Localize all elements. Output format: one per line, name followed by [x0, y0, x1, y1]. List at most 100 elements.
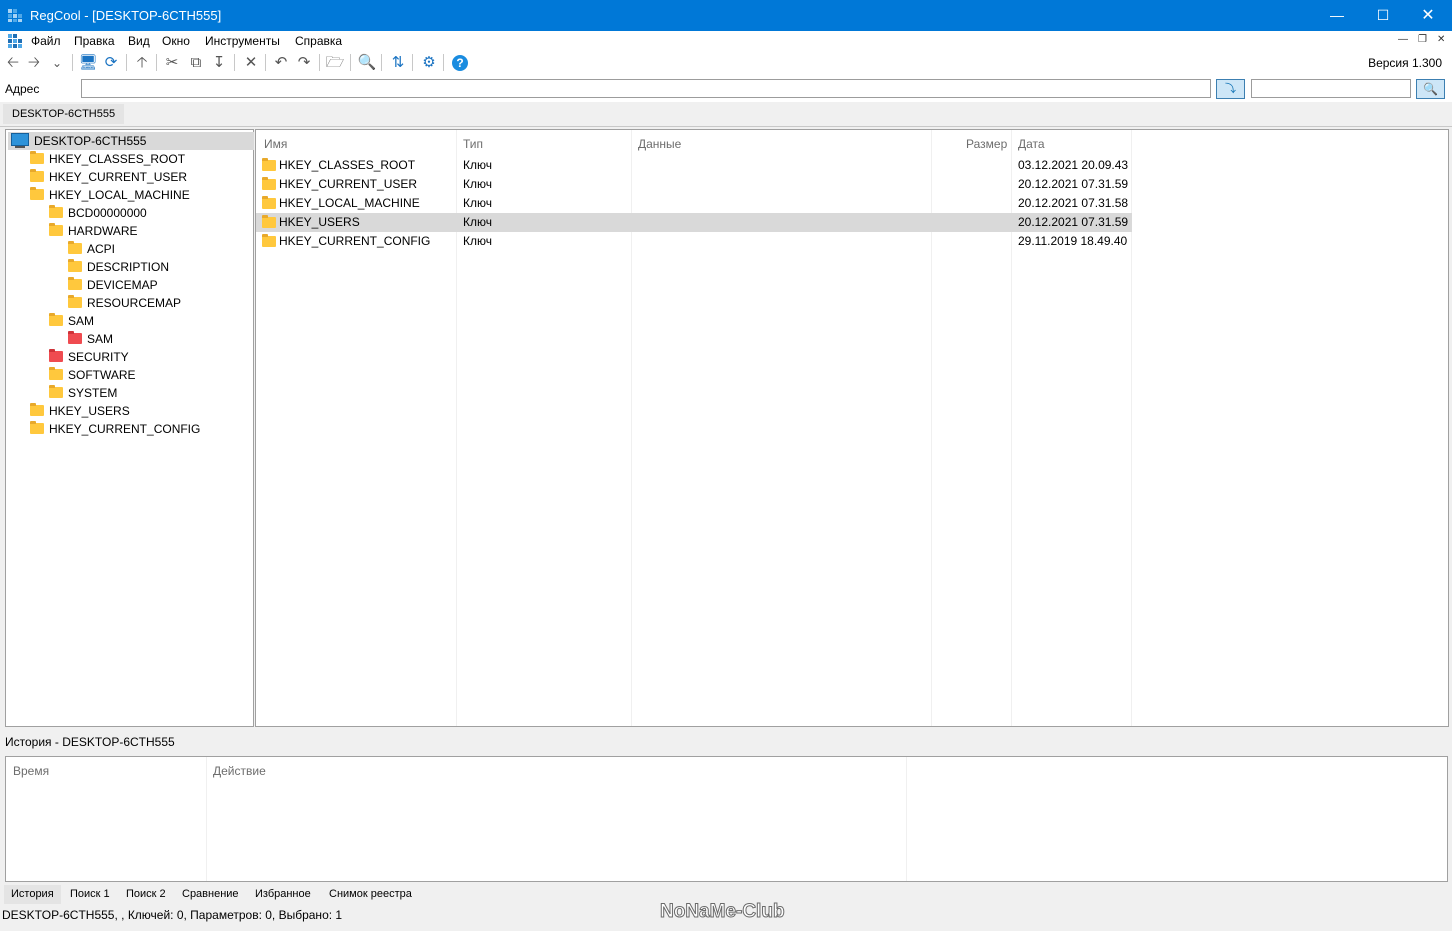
tree-node[interactable]: SYSTEM [49, 384, 117, 402]
cell-name: HKEY_CURRENT_USER [279, 177, 418, 191]
column-divider [206, 757, 207, 881]
list-row[interactable]: HKEY_CLASSES_ROOT Ключ 03.12.2021 20.09.43 [256, 156, 1132, 175]
dropdown-chevron-icon[interactable]: ⌄ [47, 53, 67, 73]
folder-icon [68, 241, 82, 254]
tree-node-label: DESCRIPTION [87, 260, 170, 274]
registry-list: Имя Тип Данные Размер Дата HKEY_CLASSES_… [255, 129, 1449, 727]
tab-search-2[interactable]: Поиск 2 [119, 885, 173, 904]
cell-date: 20.12.2021 07.31.59 [1018, 177, 1129, 191]
tree-node[interactable]: DESCRIPTION [68, 258, 169, 276]
address-input[interactable] [81, 79, 1211, 98]
tree-node[interactable]: SAM [49, 312, 94, 330]
regcool-app-icon [8, 9, 22, 22]
tree-node[interactable]: SAM [68, 330, 113, 348]
menu-view[interactable]: Вид [128, 34, 150, 48]
maximize-button[interactable]: ☐ [1360, 0, 1406, 31]
tree-node-label: HKEY_CURRENT_USER [49, 170, 188, 184]
cell-date: 29.11.2019 18.49.40 [1018, 234, 1128, 248]
column-header-time[interactable]: Время [13, 764, 49, 778]
back-arrow-icon[interactable]: 🡠 [3, 53, 23, 73]
column-header-action[interactable]: Действие [213, 764, 266, 778]
remote-registry-icon[interactable]: ⟳ [101, 53, 121, 73]
cut-icon[interactable]: ✂ [162, 53, 182, 73]
undo-icon[interactable]: ↶ [271, 53, 291, 73]
export-icon[interactable]: ↧ [209, 53, 229, 73]
cell-type: Ключ [463, 158, 492, 172]
cell-type: Ключ [463, 215, 492, 229]
tab-favorites[interactable]: Избранное [248, 885, 318, 904]
menu-window[interactable]: Окно [162, 34, 190, 48]
list-row[interactable]: HKEY_LOCAL_MACHINE Ключ 20.12.2021 07.31.5… [256, 194, 1132, 213]
tree-node[interactable]: HARDWARE [49, 222, 138, 240]
tree-node[interactable]: HKEY_LOCAL_MACHINE [30, 186, 190, 204]
toolbar-separator [156, 54, 157, 71]
up-level-icon[interactable]: 🡡 [132, 53, 152, 73]
new-key-icon[interactable]: 🗁 [325, 53, 345, 73]
tree-node-label: HKEY_USERS [49, 404, 130, 418]
mdi-restore-button[interactable]: ❐ [1418, 34, 1427, 45]
column-header-date[interactable]: Дата [1018, 137, 1045, 151]
column-header-data[interactable]: Данные [638, 137, 681, 151]
tree-node[interactable]: SECURITY [49, 348, 129, 366]
folder-icon [262, 158, 276, 171]
tree-node-label: SAM [87, 332, 114, 346]
menu-help[interactable]: Справка [295, 34, 342, 48]
delete-icon[interactable]: ✕ [241, 53, 261, 73]
tab-registry-snapshot[interactable]: Снимок реестра [322, 885, 419, 904]
title-bar: RegCool - [DESKTOP-6CTH555] — ☐ ✕ [0, 0, 1452, 31]
search-button[interactable]: 🔍 [1416, 79, 1445, 99]
menu-edit[interactable]: Правка [74, 34, 115, 48]
list-row[interactable]: HKEY_USERS Ключ 20.12.2021 07.31.59 [256, 213, 1132, 232]
list-row[interactable]: HKEY_CURRENT_CONFIG Ключ 29.11.2019 18.49.… [256, 232, 1132, 251]
computer-icon[interactable]: 🖥 [78, 53, 98, 73]
version-label: Версия 1.300 [1368, 56, 1442, 70]
copy-icon[interactable]: ⧉ [186, 53, 206, 73]
folder-icon [68, 277, 82, 290]
tree-node[interactable]: DESKTOP-6CTH555 [8, 132, 254, 150]
go-to-address-button[interactable]: ⤵ [1216, 79, 1245, 99]
close-button[interactable]: ✕ [1405, 0, 1451, 31]
tab-history[interactable]: История [4, 885, 61, 904]
tree-node[interactable]: HKEY_CLASSES_ROOT [30, 150, 185, 168]
menu-file[interactable]: Файл [31, 34, 61, 48]
minimize-button[interactable]: — [1314, 0, 1360, 31]
tree-node[interactable]: HKEY_CURRENT_CONFIG [30, 420, 200, 438]
tree-node-label: HARDWARE [68, 224, 138, 238]
tree-node[interactable]: HKEY_CURRENT_USER [30, 168, 187, 186]
find-icon[interactable]: 🔍 [357, 53, 377, 73]
column-header-size[interactable]: Размер [966, 137, 1007, 151]
tree-node[interactable]: SOFTWARE [49, 366, 136, 384]
tab-compare[interactable]: Сравнение [175, 885, 246, 904]
tree-node[interactable]: RESOURCEMAP [68, 294, 181, 312]
menu-tools[interactable]: Инструменты [205, 34, 280, 48]
toolbar-separator [381, 54, 382, 71]
column-header-name[interactable]: Имя [264, 137, 287, 151]
list-row[interactable]: HKEY_CURRENT_USER Ключ 20.12.2021 07.31.59 [256, 175, 1132, 194]
tab-search-1[interactable]: Поиск 1 [63, 885, 117, 904]
tree-node[interactable]: ACPI [68, 240, 115, 258]
registry-tree[interactable]: DESKTOP-6CTH555 HKEY_CLASSES_ROOT HKEY_CUR… [5, 129, 254, 727]
tree-node[interactable]: DEVICEMAP [68, 276, 158, 294]
watermark: NoNaMe-Club [660, 901, 786, 923]
tree-node-label: DESKTOP-6CTH555 [34, 134, 147, 148]
tree-node-label: SOFTWARE [68, 368, 136, 382]
search-input[interactable] [1251, 79, 1411, 98]
mdi-minimize-button[interactable]: — [1398, 34, 1408, 45]
refresh-icon[interactable]: ⇅ [388, 53, 408, 73]
help-icon[interactable]: ? [450, 53, 470, 73]
cell-date: 20.12.2021 07.31.58 [1018, 196, 1129, 210]
settings-icon[interactable]: ⚙ [419, 53, 439, 73]
toolbar-separator [319, 54, 320, 71]
redo-icon[interactable]: ↷ [294, 53, 314, 73]
document-tab[interactable]: DESKTOP-6CTH555 [3, 104, 125, 124]
folder-icon [68, 259, 82, 272]
tree-node-label: ACPI [87, 242, 116, 256]
column-header-type[interactable]: Тип [463, 137, 483, 151]
menu-bar: Файл Правка Вид Окно Инструменты Справка… [0, 31, 1452, 52]
tree-node[interactable]: BCD00000000 [49, 204, 147, 222]
forward-arrow-icon[interactable]: 🡢 [24, 53, 44, 73]
mdi-app-icon[interactable] [8, 34, 22, 48]
tree-node-label: RESOURCEMAP [87, 296, 182, 310]
mdi-close-button[interactable]: ✕ [1437, 34, 1445, 45]
tree-node[interactable]: HKEY_USERS [30, 402, 130, 420]
